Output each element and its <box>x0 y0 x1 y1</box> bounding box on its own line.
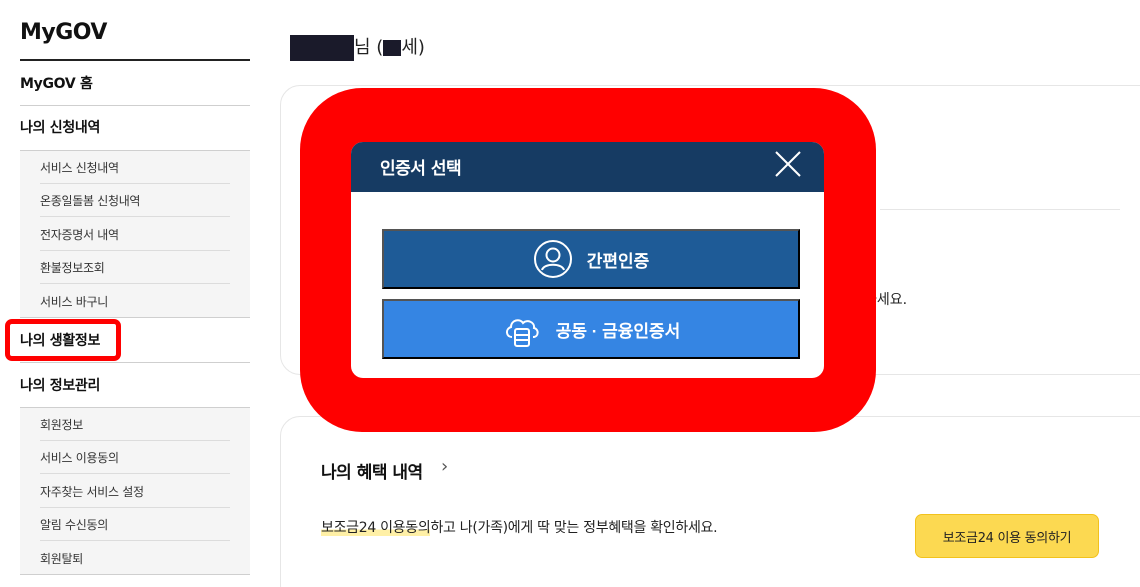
modal-title: 인증서 선택 <box>380 159 462 179</box>
easy-auth-button[interactable]: 간편인증 <box>382 229 800 289</box>
divider <box>20 574 250 575</box>
easy-auth-label: 간편인증 <box>586 251 650 271</box>
sidebar-subitem-service-cart[interactable]: 서비스 바구니 <box>40 293 230 310</box>
user-circle-icon <box>533 239 573 279</box>
sidebar-subitem-e-certificates[interactable]: 전자증명서 내역 <box>40 226 230 243</box>
joint-financial-cert-label: 공동 · 금융인증서 <box>555 321 681 341</box>
benefits-title[interactable]: 나의 혜택 내역 <box>321 458 423 483</box>
divider <box>40 250 230 251</box>
sidebar-subitem-member-info[interactable]: 회원정보 <box>40 416 230 433</box>
sidebar-subitem-refund-inquiry[interactable]: 환불정보조회 <box>40 259 230 276</box>
sidebar-title[interactable]: MyGOV <box>20 20 107 45</box>
sidebar-subitem-childcare-applications[interactable]: 온종일돌봄 신청내역 <box>40 192 230 209</box>
sidebar-item-applications[interactable]: 나의 신청내역 <box>20 117 250 137</box>
close-icon[interactable] <box>773 149 803 179</box>
divider <box>40 283 230 284</box>
sidebar-subitem-notification-consent[interactable]: 알림 수신동의 <box>40 516 230 533</box>
divider <box>40 473 230 474</box>
benefits-card <box>280 416 1140 587</box>
benefits-description: 보조금24 이용동의하고 나(가족)에게 딱 맞는 정부혜택을 확인하세요. <box>321 517 718 537</box>
divider <box>40 440 230 441</box>
divider <box>40 183 230 184</box>
divider <box>40 540 230 541</box>
redacted-name <box>290 35 354 61</box>
divider <box>880 209 1120 210</box>
certificate-modal: 인증서 선택 간편인증 공동 · 금융인증서 <box>351 142 824 378</box>
cloud-server-icon <box>502 309 542 349</box>
highlight-box <box>5 319 121 361</box>
redacted-age <box>383 40 402 56</box>
user-greeting: 님 ( 세) <box>290 33 425 61</box>
sidebar-item-home[interactable]: MyGOV 홈 <box>20 73 250 93</box>
joint-financial-cert-button[interactable]: 공동 · 금융인증서 <box>382 299 800 359</box>
benefits-text-rest: 하고 나(가족)에게 딱 맞는 정부혜택을 확인하세요. <box>430 520 718 536</box>
chevron-right-icon[interactable]: › <box>441 456 448 477</box>
sidebar-subitem-favorite-services[interactable]: 자주찾는 서비스 설정 <box>40 483 230 500</box>
divider <box>40 216 230 217</box>
age-suffix: 세) <box>401 37 425 58</box>
sidebar-item-info-management[interactable]: 나의 정보관리 <box>20 375 250 395</box>
divider <box>20 362 250 363</box>
sidebar-subitem-withdraw[interactable]: 회원탈퇴 <box>40 550 230 567</box>
subsidy-consent-button[interactable]: 보조금24 이용 동의하기 <box>915 514 1099 558</box>
user-suffix: 님 ( <box>354 37 384 58</box>
sidebar-subitem-service-consent[interactable]: 서비스 이용동의 <box>40 449 230 466</box>
divider <box>20 59 250 61</box>
benefits-highlight: 보조금24 이용동의 <box>321 520 431 536</box>
modal-header: 인증서 선택 <box>351 142 824 192</box>
divider <box>20 317 250 318</box>
sidebar-subitem-service-applications[interactable]: 서비스 신청내역 <box>40 159 230 176</box>
divider <box>40 507 230 508</box>
divider <box>20 105 250 106</box>
